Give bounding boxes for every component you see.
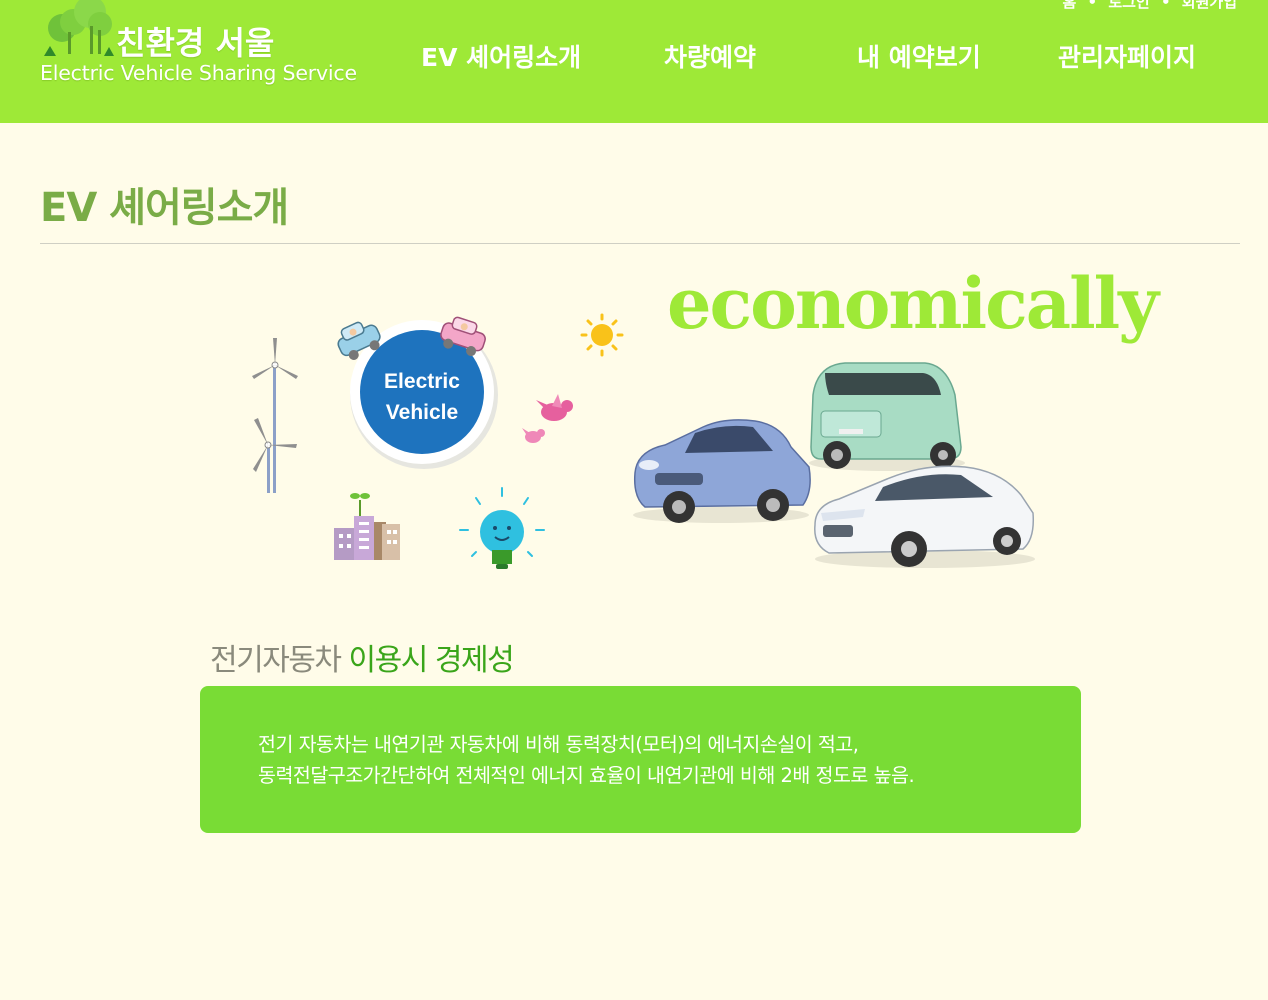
nav-reservation[interactable]: 차량예약 [664,38,756,74]
electric-car-icon [633,419,811,523]
home-link[interactable]: 홈 [1062,0,1076,11]
lightbulb-icon [459,487,545,569]
electric-car-icon [809,362,965,471]
bird-icon [522,394,573,443]
login-link[interactable]: 로그인 [1108,0,1149,11]
tree-logo-icon [44,0,114,56]
eco-illustration: Electric Vehicle [252,313,624,569]
separator: • [1160,0,1171,11]
section-title-part2: 이용시 경제성 [340,643,515,678]
info-box: 전기 자동차는 내연기관 자동차에 비해 동력장치(모터)의 에너지손실이 적고… [200,686,1081,833]
header: 홈 • 로그인 • 회원가입 친환경 서울 Electric Vehicle S… [0,0,1268,123]
logo-title: 친환경 서울 [116,24,275,62]
nav-admin[interactable]: 관리자페이지 [1058,38,1196,74]
page-title: EV 셰어링소개 [40,185,289,231]
electric-cars [633,362,1035,568]
info-line-1: 전기 자동차는 내연기관 자동차에 비해 동력장치(모터)의 에너지손실이 적고… [258,733,859,756]
nav-my-reservations[interactable]: 내 예약보기 [857,38,981,74]
badge-line-1: Electric [384,370,460,393]
hero-headline: economically [667,262,1159,345]
logo-subtitle: Electric Vehicle Sharing Service [40,61,357,85]
section-title: 전기자동차 이용시 경제성 [210,635,515,679]
site-logo[interactable]: 친환경 서울 Electric Vehicle Sharing Service [40,0,370,95]
sun-icon [580,313,624,357]
separator: • [1087,0,1098,11]
section-title-part1: 전기자동차 [210,643,342,678]
utility-links: 홈 • 로그인 • 회원가입 [1059,0,1240,12]
title-divider [40,243,1240,244]
info-line-2: 동력전달구조가간단하여 전체적인 에너지 효율이 내연기관에 비해 2배 정도로… [258,764,915,787]
electric-car-icon [814,465,1035,568]
building-icon [334,493,400,560]
signup-link[interactable]: 회원가입 [1182,0,1237,11]
badge-line-2: Vehicle [386,401,458,424]
nav-ev-sharing[interactable]: EV 셰어링소개 [421,38,581,74]
wind-turbine-icon [252,338,298,493]
